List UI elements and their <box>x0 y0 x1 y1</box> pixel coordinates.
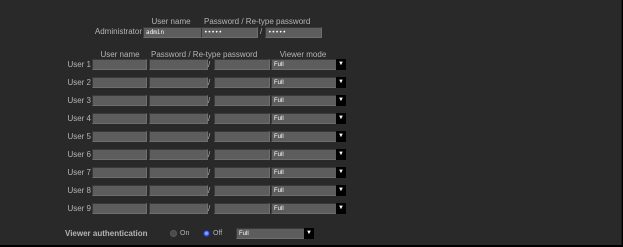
user-viewer-mode-select[interactable]: Full ▼ <box>271 95 346 106</box>
user-label: User 8 <box>67 186 91 195</box>
user-settings-panel: User name Password / Re-type password Ad… <box>0 0 622 245</box>
user-label: User 9 <box>67 204 91 213</box>
viewer-auth-on-radio[interactable] <box>170 230 177 237</box>
viewer-auth-mode-value: Full <box>239 231 249 237</box>
admin-retype-password-field[interactable]: ••••• <box>265 27 322 38</box>
user-name-field[interactable] <box>92 131 147 142</box>
user-viewer-mode-value: Full <box>274 62 284 68</box>
user-retype-password-field[interactable] <box>214 203 270 214</box>
user-password-separator: / <box>208 204 211 213</box>
user-viewer-mode-value: Full <box>274 170 284 176</box>
user-name-field[interactable] <box>92 113 147 124</box>
user-viewer-mode-value: Full <box>274 98 284 104</box>
user-password-separator: / <box>208 186 211 195</box>
user-retype-password-field[interactable] <box>214 113 270 124</box>
chevron-down-icon[interactable]: ▼ <box>336 131 346 142</box>
user-password-field[interactable] <box>149 77 208 88</box>
user-name-field[interactable] <box>92 203 147 214</box>
admin-password-field[interactable]: ••••• <box>201 27 258 38</box>
user-label: User 4 <box>67 114 91 123</box>
user-viewer-mode-select[interactable]: Full ▼ <box>271 167 346 178</box>
chevron-down-icon[interactable]: ▼ <box>336 185 346 196</box>
user-retype-password-field[interactable] <box>214 185 270 196</box>
chevron-down-icon[interactable]: ▼ <box>336 149 346 160</box>
user-password-field[interactable] <box>149 59 208 70</box>
user-label: User 2 <box>67 78 91 87</box>
user-name-field[interactable] <box>92 149 147 160</box>
administrator-label: Administrator <box>94 27 142 36</box>
user-retype-password-field[interactable] <box>214 149 270 160</box>
user-viewer-mode-select[interactable]: Full ▼ <box>271 185 346 196</box>
user-viewer-mode-value: Full <box>274 134 284 140</box>
user-name-field[interactable] <box>92 77 147 88</box>
viewer-auth-off-label[interactable]: Off <box>213 229 222 238</box>
user-viewer-mode-select[interactable]: Full ▼ <box>271 113 346 124</box>
user-viewer-mode-value: Full <box>274 116 284 122</box>
user-viewer-mode-select[interactable]: Full ▼ <box>271 77 346 88</box>
user-viewer-mode-value: Full <box>274 206 284 212</box>
user-label: User 6 <box>67 150 91 159</box>
user-password-separator: / <box>208 168 211 177</box>
user-label: User 5 <box>67 132 91 141</box>
user-name-field[interactable] <box>92 59 147 70</box>
chevron-down-icon[interactable]: ▼ <box>336 95 346 106</box>
user-viewer-mode-value: Full <box>274 152 284 158</box>
user-retype-password-field[interactable] <box>214 167 270 178</box>
chevron-down-icon[interactable]: ▼ <box>336 113 346 124</box>
user-name-field[interactable] <box>92 95 147 106</box>
chevron-down-icon[interactable]: ▼ <box>336 77 346 88</box>
user-password-separator: / <box>208 132 211 141</box>
user-password-separator: / <box>208 60 211 69</box>
user-viewer-mode-select[interactable]: Full ▼ <box>271 59 346 70</box>
user-viewer-mode-value: Full <box>274 188 284 194</box>
user-retype-password-field[interactable] <box>214 131 270 142</box>
user-password-field[interactable] <box>149 95 208 106</box>
chevron-down-icon[interactable]: ▼ <box>336 203 346 214</box>
user-label: User 1 <box>67 60 91 69</box>
user-viewer-mode-select[interactable]: Full ▼ <box>271 149 346 160</box>
user-name-field[interactable] <box>92 185 147 196</box>
chevron-down-icon[interactable]: ▼ <box>336 167 346 178</box>
user-password-separator: / <box>208 114 211 123</box>
user-password-field[interactable] <box>149 113 208 124</box>
user-viewer-mode-select[interactable]: Full ▼ <box>271 203 346 214</box>
user-password-field[interactable] <box>149 131 208 142</box>
user-password-separator: / <box>208 78 211 87</box>
user-retype-password-field[interactable] <box>214 59 270 70</box>
admin-password-separator: / <box>260 27 263 36</box>
user-name-field[interactable] <box>92 167 147 178</box>
user-password-separator: / <box>208 150 211 159</box>
user-password-field[interactable] <box>149 203 208 214</box>
user-password-field[interactable] <box>149 149 208 160</box>
admin-user-name-field[interactable]: admin <box>143 27 202 38</box>
user-password-separator: / <box>208 96 211 105</box>
viewer-authentication-label: Viewer authentication <box>65 229 148 238</box>
user-viewer-mode-value: Full <box>274 80 284 86</box>
viewer-auth-on-label[interactable]: On <box>180 229 189 238</box>
user-viewer-mode-select[interactable]: Full ▼ <box>271 131 346 142</box>
user-password-field[interactable] <box>149 185 208 196</box>
user-label: User 3 <box>67 96 91 105</box>
viewer-auth-off-radio[interactable] <box>203 230 210 237</box>
user-retype-password-field[interactable] <box>214 95 270 106</box>
chevron-down-icon[interactable]: ▼ <box>336 59 346 70</box>
user-retype-password-field[interactable] <box>214 77 270 88</box>
chevron-down-icon[interactable]: ▼ <box>304 228 314 239</box>
user-label: User 7 <box>67 168 91 177</box>
admin-user-name-header: User name <box>151 17 191 26</box>
user-password-field[interactable] <box>149 167 208 178</box>
viewer-auth-mode-select[interactable]: Full ▼ <box>236 228 314 239</box>
admin-password-header: Password / Re-type password <box>204 17 311 26</box>
